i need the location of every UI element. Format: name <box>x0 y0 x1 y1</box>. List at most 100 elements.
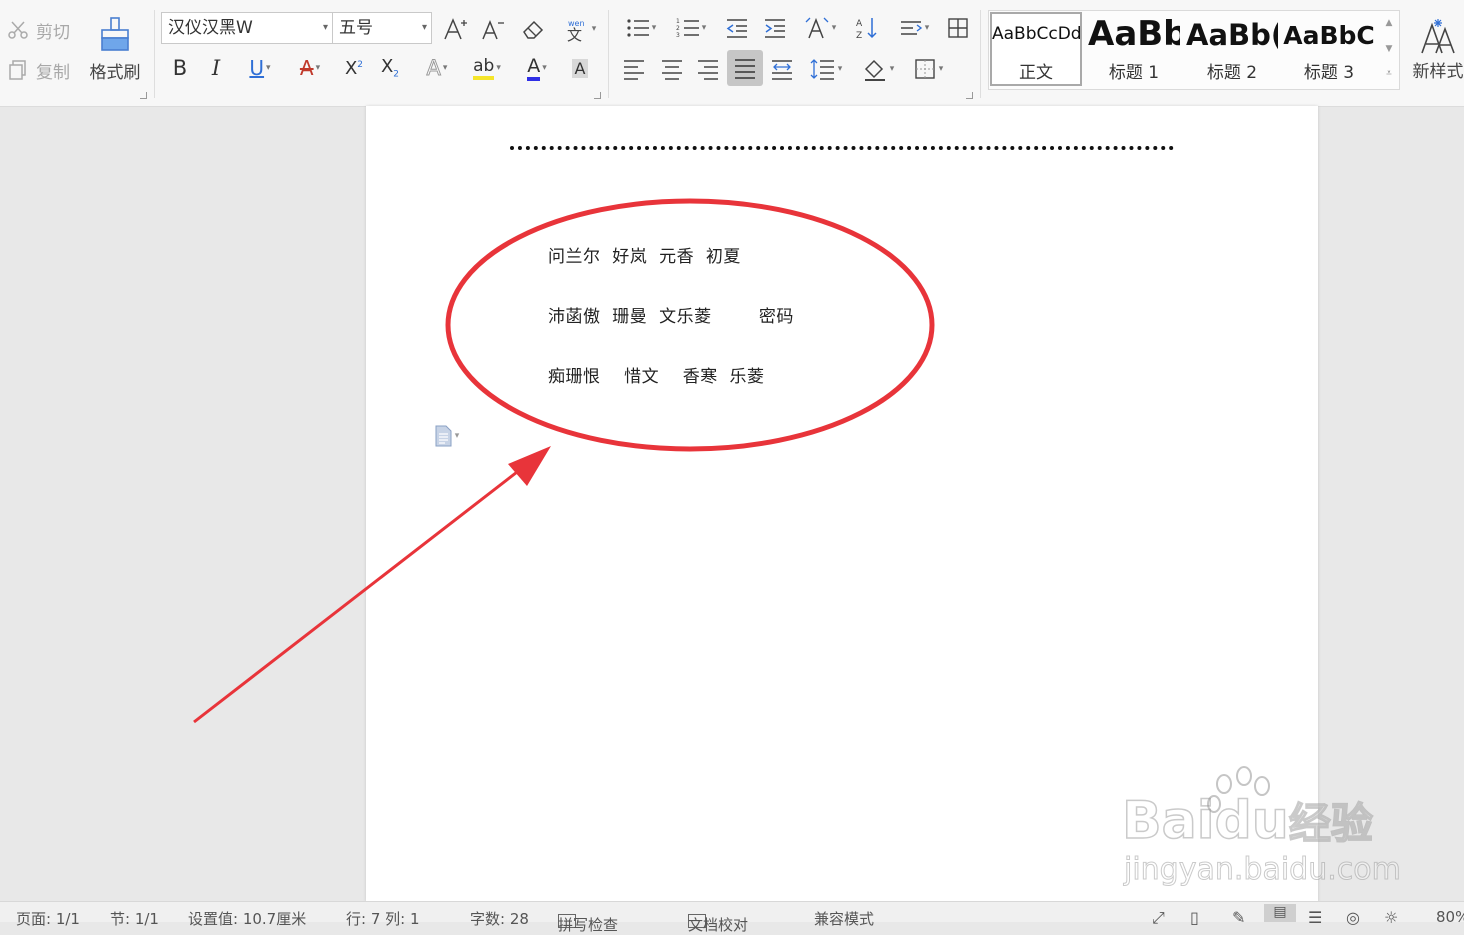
zoom-level[interactable]: 80% <box>1436 908 1464 926</box>
document-line[interactable]: 问兰尔 好岚 元香 初夏 <box>548 242 741 267</box>
underline-button[interactable]: U ▾ <box>240 54 280 82</box>
chevron-down-icon: ▾ <box>837 64 843 74</box>
fullscreen-icon[interactable]: ⤢ <box>1152 908 1165 928</box>
font-name-select[interactable]: 汉仪汉黑W ▾ <box>161 12 333 44</box>
bold-button[interactable]: B <box>166 54 194 82</box>
highlight-button[interactable]: ab ▾ <box>466 54 508 82</box>
cut-button[interactable]: 剪切 <box>6 16 70 44</box>
separator <box>980 10 981 98</box>
numbering-button[interactable]: 123 ▾ <box>670 14 712 42</box>
increase-indent-button[interactable] <box>760 14 790 42</box>
paint-bucket-icon <box>864 59 885 81</box>
doc-check-label: 文档校对 <box>688 916 749 934</box>
sort-button[interactable]: AZ <box>852 14 882 42</box>
text-effect-icon: A <box>426 56 441 81</box>
align-left-button[interactable] <box>618 54 650 84</box>
outline-view-icon[interactable]: ☰ <box>1308 908 1322 927</box>
chevron-down-icon: ▾ <box>542 63 547 73</box>
shading-button[interactable]: ▾ <box>856 54 900 84</box>
document-page[interactable]: 问兰尔 好岚 元香 初夏 沛菡傲 珊曼 文乐菱 密码 痴珊恨 惜文 香寒 乐菱 … <box>366 106 1318 902</box>
shrink-font-button[interactable] <box>478 14 508 44</box>
justify-icon <box>735 59 755 79</box>
distribute-icon <box>772 60 792 80</box>
style-heading-3[interactable]: AaBbC 标题 3 <box>1283 12 1375 86</box>
web-view-icon[interactable]: ◎ <box>1346 908 1360 927</box>
outdent-icon <box>726 19 747 38</box>
paragraph-group-launcher[interactable] <box>966 92 973 99</box>
subscript-button[interactable]: X2 <box>376 54 404 82</box>
decrease-indent-button[interactable] <box>722 14 752 42</box>
reading-mode-icon[interactable]: ▯ <box>1190 908 1199 927</box>
clipboard-group-launcher[interactable] <box>140 92 147 99</box>
svg-text:Z: Z <box>856 31 862 40</box>
superscript-button[interactable]: X2 <box>340 54 368 82</box>
status-page[interactable]: 页面: 1/1 <box>16 908 80 929</box>
new-style-label: 新样式 <box>1412 61 1464 82</box>
chevron-down-icon: ▾ <box>496 63 501 73</box>
distribute-button[interactable] <box>766 54 798 84</box>
status-word-count[interactable]: 字数: 28 <box>470 908 529 929</box>
watermark-url: jingyan.baidu.com <box>1124 852 1402 888</box>
new-style-button[interactable]: 新样式 <box>1406 12 1464 86</box>
header-divider-line <box>510 146 1174 150</box>
italic-button[interactable]: I <box>202 54 230 82</box>
highlighter-icon: ab <box>473 56 495 80</box>
font-group-launcher[interactable] <box>594 92 601 99</box>
table-layout-button[interactable] <box>944 14 972 42</box>
style-heading-2[interactable]: AaBb( 标题 2 <box>1186 12 1278 86</box>
bold-icon: B <box>172 56 188 80</box>
align-center-button[interactable] <box>656 54 688 84</box>
svg-text:2: 2 <box>676 25 680 32</box>
bullets-button[interactable]: ▾ <box>620 14 662 42</box>
styles-expand[interactable]: ⩡ <box>1380 62 1398 84</box>
cut-label: 剪切 <box>36 22 70 43</box>
text-direction-button[interactable]: ▾ <box>798 14 842 42</box>
font-color-button[interactable]: A ▾ <box>516 54 558 82</box>
chevron-down-icon: ▾ <box>938 64 944 74</box>
borders-icon <box>915 59 935 79</box>
font-size-select[interactable]: 五号 ▾ <box>332 12 432 44</box>
justify-button[interactable] <box>727 50 763 86</box>
grow-font-button[interactable] <box>440 14 470 44</box>
style-heading-1[interactable]: AaBb 标题 1 <box>1088 12 1180 86</box>
chevron-down-icon: ▾ <box>322 22 328 33</box>
show-hide-marks-button[interactable]: ▾ <box>892 14 936 42</box>
paragraph-marks-icon <box>900 21 922 35</box>
copy-label: 复制 <box>36 62 70 83</box>
svg-text:A: A <box>856 19 863 29</box>
svg-text:1: 1 <box>676 18 680 25</box>
status-bar: 页面: 1/1 节: 1/1 设置值: 10.7厘米 行: 7 列: 1 字数:… <box>0 901 1464 934</box>
style-preview: AaBbC <box>1283 21 1375 50</box>
layout-grid-icon <box>948 18 968 38</box>
line-spacing-button[interactable]: ▾ <box>804 54 848 84</box>
edit-pen-icon[interactable]: ✎ <box>1232 908 1245 927</box>
format-painter-button[interactable]: 格式刷 <box>84 12 146 86</box>
borders-button[interactable]: ▾ <box>906 54 950 84</box>
paste-options-button[interactable]: ▾ <box>426 424 466 448</box>
paint-brush-icon <box>101 16 129 51</box>
page-view-icon[interactable]: ▤ <box>1264 904 1296 922</box>
chevron-down-icon: ▾ <box>454 431 460 441</box>
text-effect-button[interactable]: A ▾ <box>416 54 458 82</box>
styles-scroll-up[interactable]: ▲ <box>1380 12 1398 34</box>
document-line[interactable]: 沛菡傲 珊曼 文乐菱 密码 <box>548 302 794 327</box>
align-right-icon <box>698 60 718 80</box>
strikethrough-button[interactable]: A ▾ <box>290 54 330 82</box>
copy-button[interactable]: 复制 <box>6 56 70 84</box>
chevron-down-icon: ▾ <box>442 63 448 73</box>
clear-format-button[interactable] <box>518 14 548 44</box>
style-preview: AaBb <box>1088 14 1180 54</box>
align-right-button[interactable] <box>692 54 724 84</box>
status-section[interactable]: 节: 1/1 <box>110 908 159 929</box>
style-normal[interactable]: AaBbCcDd 正文 <box>990 12 1082 86</box>
document-line[interactable]: 痴珊恨 惜文 香寒 乐菱 <box>548 362 765 387</box>
char-shading-button[interactable]: A <box>566 54 594 82</box>
status-row-col[interactable]: 行: 7 列: 1 <box>346 908 420 929</box>
styles-scroll-down[interactable]: ▼ <box>1380 38 1398 60</box>
font-color-icon: A <box>527 55 541 81</box>
line-spacing-icon <box>810 59 834 80</box>
phonetic-guide-button[interactable]: wen 文 ▾ <box>560 14 600 44</box>
eye-protect-icon[interactable]: ☼ <box>1384 908 1398 927</box>
status-position[interactable]: 设置值: 10.7厘米 <box>188 908 306 929</box>
chevron-down-icon: ▾ <box>591 24 597 34</box>
